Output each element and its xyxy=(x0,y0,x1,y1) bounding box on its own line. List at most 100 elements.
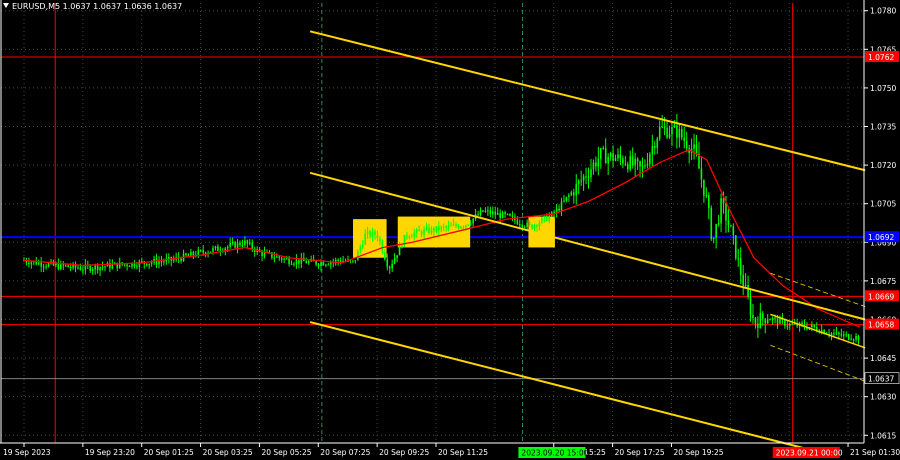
candle-body xyxy=(384,252,386,260)
candle-body xyxy=(251,242,254,249)
candle-body xyxy=(428,227,430,234)
candle-body xyxy=(560,201,563,211)
candle-body xyxy=(317,264,320,267)
candle-body xyxy=(172,259,175,261)
candle-body xyxy=(703,179,705,196)
candle-body xyxy=(361,244,364,247)
candle-body xyxy=(747,284,749,297)
candle-body xyxy=(298,259,300,264)
candle-body xyxy=(136,266,138,268)
candle-body xyxy=(506,213,509,215)
candle-body xyxy=(651,146,654,155)
candle-body xyxy=(408,236,411,238)
candle-body xyxy=(40,262,42,267)
candle-body xyxy=(526,222,528,228)
x-tick-label: 19 Sep 2023 xyxy=(3,448,51,457)
candle-body xyxy=(67,265,69,268)
candle-body xyxy=(442,226,445,228)
candle-body xyxy=(325,264,327,266)
candle-body xyxy=(565,196,568,201)
candle-body xyxy=(415,229,418,233)
candle-body xyxy=(693,144,695,149)
chart-window[interactable]: 1.0780 1.0765 1.0750 1.0735 1.0720 1.0705 1.06… xyxy=(0,0,900,460)
candle-body xyxy=(857,335,860,341)
candle-body xyxy=(447,225,450,228)
x-tick-label: 20 Sep 07:25 xyxy=(320,448,370,457)
candle-body xyxy=(42,266,45,268)
candle-body xyxy=(99,266,101,271)
candle-body xyxy=(653,146,656,149)
candle-body xyxy=(813,324,816,328)
candle-body xyxy=(293,263,295,265)
candle-body xyxy=(101,266,104,268)
candle-body xyxy=(96,265,99,271)
price-chart[interactable]: 1.07801.07651.07501.07351.07201.07051.06… xyxy=(0,0,900,460)
candle-body xyxy=(393,257,396,264)
candle-body xyxy=(715,223,717,238)
candle-body xyxy=(418,229,420,232)
candle-body xyxy=(855,335,857,340)
x-tick-label: 20 Sep 17:25 xyxy=(615,448,665,457)
candle-body xyxy=(307,261,310,264)
candle-body xyxy=(541,217,543,223)
candle-body xyxy=(435,226,438,232)
candle-body xyxy=(761,312,764,319)
candle-body xyxy=(445,226,447,228)
candle-body xyxy=(455,224,457,227)
candle-body xyxy=(680,128,683,138)
y-tick-label: 1.0750 xyxy=(870,84,896,93)
candle-body xyxy=(180,258,182,261)
candle-body xyxy=(744,284,747,286)
candle-body xyxy=(732,226,735,236)
candle-body xyxy=(469,223,472,225)
candle-body xyxy=(499,213,501,219)
candle-body xyxy=(779,318,781,324)
candle-body xyxy=(391,263,393,269)
candle-body xyxy=(369,231,371,237)
candle-body xyxy=(577,180,580,184)
candle-body xyxy=(759,312,762,328)
candle-body xyxy=(791,323,794,325)
candle-body xyxy=(364,233,366,245)
candle-body xyxy=(720,198,722,224)
candle-body xyxy=(766,319,769,324)
candle-body xyxy=(158,261,160,265)
candle-body xyxy=(128,266,131,268)
x-tick-label: 20 Sep 19:25 xyxy=(673,448,723,457)
time-badge-label: 2023.09.20 15:00 xyxy=(521,449,588,458)
candle-body xyxy=(261,251,263,256)
candle-body xyxy=(352,260,354,262)
candle-body xyxy=(636,158,639,162)
candle-body xyxy=(496,213,499,215)
candle-body xyxy=(519,224,521,226)
x-tick-label: 19 Sep 23:20 xyxy=(85,448,135,457)
candle-body xyxy=(764,318,767,324)
candle-body xyxy=(646,163,649,166)
candle-body xyxy=(69,267,72,269)
candle-body xyxy=(440,226,443,231)
candle-body xyxy=(438,226,440,231)
candle-body xyxy=(590,169,592,178)
candle-body xyxy=(126,264,128,267)
candle-body xyxy=(403,235,406,247)
candle-body xyxy=(671,127,673,135)
candle-body xyxy=(450,225,452,227)
candle-body xyxy=(371,231,374,237)
candle-body xyxy=(730,225,732,227)
candle-body xyxy=(209,251,212,253)
candle-body xyxy=(742,274,744,286)
candle-body xyxy=(337,259,339,261)
candle-body xyxy=(629,156,632,170)
candle-body xyxy=(592,162,595,170)
candle-body xyxy=(467,224,470,226)
candle-body xyxy=(192,251,195,256)
candle-body xyxy=(411,236,413,238)
candle-body xyxy=(123,264,126,266)
candle-body xyxy=(622,158,624,164)
time-badge-label: 2023.09.21 00:00 xyxy=(776,449,843,458)
candle-body xyxy=(558,208,560,211)
candle-body xyxy=(57,263,60,269)
candle-body xyxy=(479,210,482,216)
candle-body xyxy=(737,258,740,260)
candle-body xyxy=(396,255,398,258)
